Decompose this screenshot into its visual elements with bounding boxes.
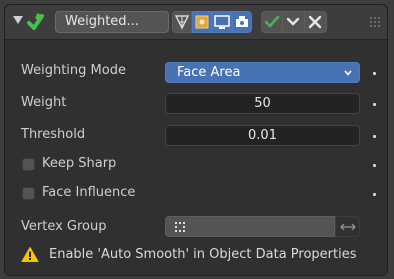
keyframe-dot-icon[interactable] — [373, 164, 376, 167]
threshold-field[interactable]: 0.01 — [165, 125, 360, 146]
keyframe-dot-icon[interactable] — [373, 135, 376, 138]
wrench-modifier-icon — [27, 13, 44, 30]
keyframe-dot-icon[interactable] — [373, 103, 376, 106]
invert-vertex-group-toggle[interactable] — [335, 216, 360, 237]
apply-button[interactable] — [261, 11, 283, 33]
warning-icon — [21, 247, 39, 262]
weight-label: Weight — [21, 95, 67, 110]
face-influence-checkbox[interactable] — [22, 187, 35, 200]
vertex-group-icon — [175, 222, 185, 232]
modifier-header: Weighted... — [5, 5, 387, 40]
keep-sharp-label: Keep Sharp — [42, 156, 117, 171]
modifier-panel: Weighted... Weighting Mode Face Area Wei… — [4, 4, 388, 276]
collapse-arrow-icon[interactable] — [13, 16, 23, 24]
face-influence-label: Face Influence — [42, 185, 136, 200]
weighting-mode-label: Weighting Mode — [21, 63, 126, 78]
remove-modifier-button[interactable] — [305, 11, 327, 33]
vertex-group-field[interactable] — [165, 216, 335, 237]
keyframe-dot-icon[interactable] — [373, 193, 376, 196]
triangle-mesh-icon — [174, 15, 190, 30]
drag-handle-icon[interactable] — [369, 15, 381, 29]
chevron-down-icon — [344, 70, 352, 76]
weighting-mode-value: Face Area — [177, 65, 241, 80]
close-icon — [308, 15, 322, 29]
chevron-down-icon — [286, 17, 300, 26]
keep-sharp-checkbox[interactable] — [22, 158, 35, 171]
camera-icon — [236, 16, 248, 27]
modifier-menu-button[interactable] — [283, 11, 305, 33]
threshold-label: Threshold — [21, 127, 86, 142]
edit-cage-toggle[interactable] — [172, 11, 192, 33]
monitor-icon — [214, 15, 230, 29]
warning-message: Enable 'Auto Smooth' in Object Data Prop… — [49, 247, 357, 262]
viewport-toggle[interactable] — [212, 11, 232, 33]
render-toggle[interactable] — [232, 11, 252, 33]
vertex-group-label: Vertex Group — [21, 219, 107, 234]
edit-mode-toggle[interactable] — [192, 11, 212, 33]
keyframe-dot-icon[interactable] — [373, 72, 376, 75]
weight-field[interactable]: 50 — [165, 93, 360, 114]
edit-mode-icon — [195, 15, 209, 29]
modifier-name-field[interactable]: Weighted... — [55, 11, 169, 33]
checkmark-icon — [264, 15, 280, 28]
swap-arrows-icon — [340, 223, 356, 231]
weighting-mode-dropdown[interactable]: Face Area — [165, 62, 360, 83]
